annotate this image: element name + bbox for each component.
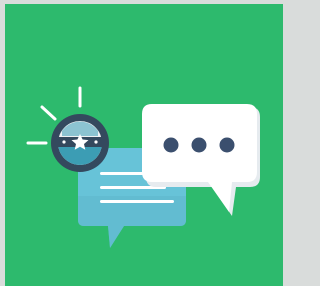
- text-line-3: [100, 200, 174, 203]
- star-badge-icon: [51, 114, 109, 172]
- badge-band-dot-right: [94, 140, 98, 144]
- typing-dot-3: [219, 137, 235, 153]
- typing-dot-1: [163, 137, 179, 153]
- typing-dot-2: [191, 137, 207, 153]
- badge-band-dot-left: [62, 140, 66, 144]
- back-bubble-shade: [78, 196, 186, 248]
- chat-illustration: [26, 86, 260, 248]
- ray-diagonal: [40, 105, 57, 121]
